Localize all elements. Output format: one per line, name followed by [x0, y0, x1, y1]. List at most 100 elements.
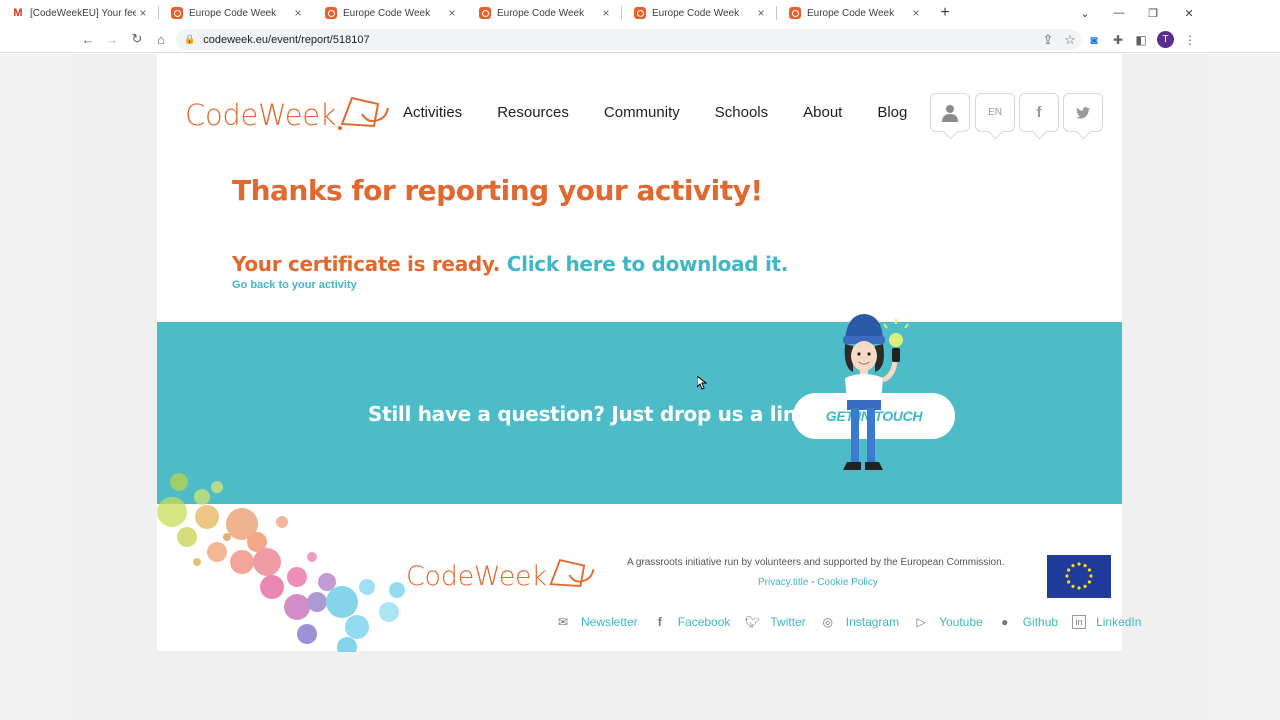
codeweek-logo[interactable]: CodeWeek: [185, 92, 394, 132]
twitter-icon: 🐦︎: [744, 615, 760, 629]
url-field[interactable]: 🔒 codeweek.eu/event/report/518107 ⇪ ☆: [176, 29, 1081, 50]
back-to-activity-link[interactable]: Go back to your activity: [232, 279, 357, 291]
puzzle-icon[interactable]: ✚: [1108, 30, 1128, 50]
nav-resources[interactable]: Resources: [497, 104, 569, 121]
girl-illustration-icon: [843, 314, 909, 470]
restore-icon[interactable]: ❐: [1136, 0, 1170, 26]
close-icon[interactable]: ×: [754, 6, 768, 20]
nav-activities[interactable]: Activities: [403, 104, 462, 121]
privacy-link[interactable]: Privacy.title: [758, 577, 808, 588]
github-icon: ●: [1001, 615, 1009, 629]
tab-title: Europe Code Week: [652, 7, 740, 19]
github-link[interactable]: ● Github: [997, 614, 1058, 630]
share-icon[interactable]: ⇪: [1037, 28, 1059, 52]
link-separator: -: [808, 577, 818, 588]
user-button[interactable]: [930, 93, 970, 132]
youtube-link[interactable]: ▷ Youtube: [913, 614, 983, 630]
social-label: Newsletter: [581, 615, 638, 629]
codeweek-favicon-icon: [789, 7, 801, 19]
linkedin-link[interactable]: in LinkedIn: [1072, 615, 1141, 629]
facebook-icon: f: [657, 615, 662, 629]
browser-tab[interactable]: Europe Code Week ×: [622, 0, 776, 26]
main-nav: Activities Resources Community Schools A…: [403, 104, 942, 121]
extension-icon[interactable]: ◙: [1084, 30, 1104, 50]
codeweek-favicon-icon: [171, 7, 183, 19]
page-title: Thanks for reporting your activity!: [232, 174, 763, 207]
instagram-link[interactable]: ◎ Instagram: [820, 614, 899, 630]
page: CodeWeek Activities Resources Community …: [157, 54, 1141, 652]
download-certificate-link[interactable]: Click here to download it.: [507, 252, 789, 276]
new-tab-button[interactable]: +: [931, 0, 959, 26]
youtube-icon: ▷: [916, 615, 926, 629]
footer-links: Privacy.title - Cookie Policy: [758, 577, 878, 588]
minimize-icon[interactable]: —: [1102, 0, 1136, 26]
window-close-icon[interactable]: ✕: [1172, 0, 1206, 26]
avatar[interactable]: T: [1157, 31, 1174, 48]
mail-icon: ✉: [557, 615, 569, 629]
social-label: Youtube: [939, 615, 983, 629]
social-label: Facebook: [677, 615, 731, 629]
browser-tab[interactable]: M [CodeWeekEU] Your feedb ×: [0, 0, 158, 26]
banner-text: Still have a question? Just drop us a li…: [368, 402, 819, 426]
certificate-text: Your certificate is ready.: [232, 252, 501, 276]
social-label: Github: [1022, 615, 1059, 629]
tab-search-icon[interactable]: ⌄: [1068, 0, 1102, 26]
nav-blog[interactable]: Blog: [877, 104, 907, 121]
language-label: EN: [988, 107, 1002, 118]
codeweek-favicon-icon: [479, 7, 491, 19]
logo-mark-icon: [338, 96, 390, 130]
browser-tab[interactable]: Europe Code Week ×: [159, 0, 313, 26]
facebook-icon: f: [1036, 104, 1042, 121]
sidepanel-icon[interactable]: ◧: [1131, 30, 1151, 50]
home-icon[interactable]: ⌂: [149, 27, 173, 51]
eu-flag-icon: [1047, 555, 1111, 598]
social-label: Instagram: [845, 615, 900, 629]
linkedin-icon: in: [1072, 615, 1087, 629]
tab-title: [CodeWeekEU] Your feedb: [30, 7, 136, 19]
browser-tab[interactable]: Europe Code Week ×: [777, 0, 931, 26]
tab-title: Europe Code Week: [497, 7, 585, 19]
twitter-button[interactable]: [1063, 93, 1103, 132]
footer-logo-text: CodeWeek: [406, 561, 547, 592]
close-icon[interactable]: ×: [445, 6, 459, 20]
newsletter-link[interactable]: ✉ Newsletter: [555, 614, 638, 630]
footer-tagline: A grassroots initiative run by volunteer…: [627, 557, 1005, 568]
nav-schools[interactable]: Schools: [715, 104, 768, 121]
reload-icon[interactable]: ↻: [125, 27, 149, 51]
bubbles-decoration-icon: [157, 473, 405, 652]
twitter-icon: [1076, 106, 1090, 119]
star-icon[interactable]: ☆: [1059, 28, 1081, 52]
back-icon[interactable]: ←: [76, 27, 100, 51]
codeweek-favicon-icon: [634, 7, 646, 19]
viewport: CodeWeek Activities Resources Community …: [0, 54, 1280, 720]
mouse-cursor-icon: [697, 376, 707, 390]
close-icon[interactable]: ×: [291, 6, 305, 20]
tab-title: Europe Code Week: [807, 7, 895, 19]
nav-about[interactable]: About: [803, 104, 842, 121]
user-icon: [942, 104, 958, 122]
instagram-icon: ◎: [822, 615, 833, 629]
lock-icon: 🔒: [184, 34, 196, 44]
tab-title: Europe Code Week: [189, 7, 277, 19]
close-icon[interactable]: ×: [599, 6, 613, 20]
twitter-link[interactable]: 🐦︎ Twitter: [744, 614, 806, 630]
menu-icon[interactable]: ⋮: [1180, 30, 1200, 50]
url-text: codeweek.eu/event/report/518107: [203, 33, 370, 46]
cookie-policy-link[interactable]: Cookie Policy: [817, 577, 878, 588]
codeweek-favicon-icon: [325, 7, 337, 19]
certificate-message: Your certificate is ready. Click here to…: [232, 252, 788, 276]
browser-tab-active[interactable]: Europe Code Week ×: [313, 0, 467, 26]
close-icon[interactable]: ×: [909, 6, 923, 20]
footer-logo-mark-icon: [549, 558, 595, 588]
facebook-button[interactable]: f: [1019, 93, 1059, 132]
forward-icon[interactable]: →: [100, 27, 124, 51]
language-button[interactable]: EN: [975, 93, 1015, 132]
social-label: Twitter: [770, 615, 806, 629]
facebook-link[interactable]: f Facebook: [652, 614, 731, 630]
logo-text: CodeWeek: [185, 98, 337, 132]
social-links: ✉ Newsletter f Facebook 🐦︎ Twitter ◎ Ins…: [555, 614, 1155, 630]
browser-tab[interactable]: Europe Code Week ×: [467, 0, 621, 26]
nav-community[interactable]: Community: [604, 104, 680, 121]
footer-logo[interactable]: CodeWeek: [406, 556, 599, 592]
close-icon[interactable]: ×: [136, 6, 150, 20]
